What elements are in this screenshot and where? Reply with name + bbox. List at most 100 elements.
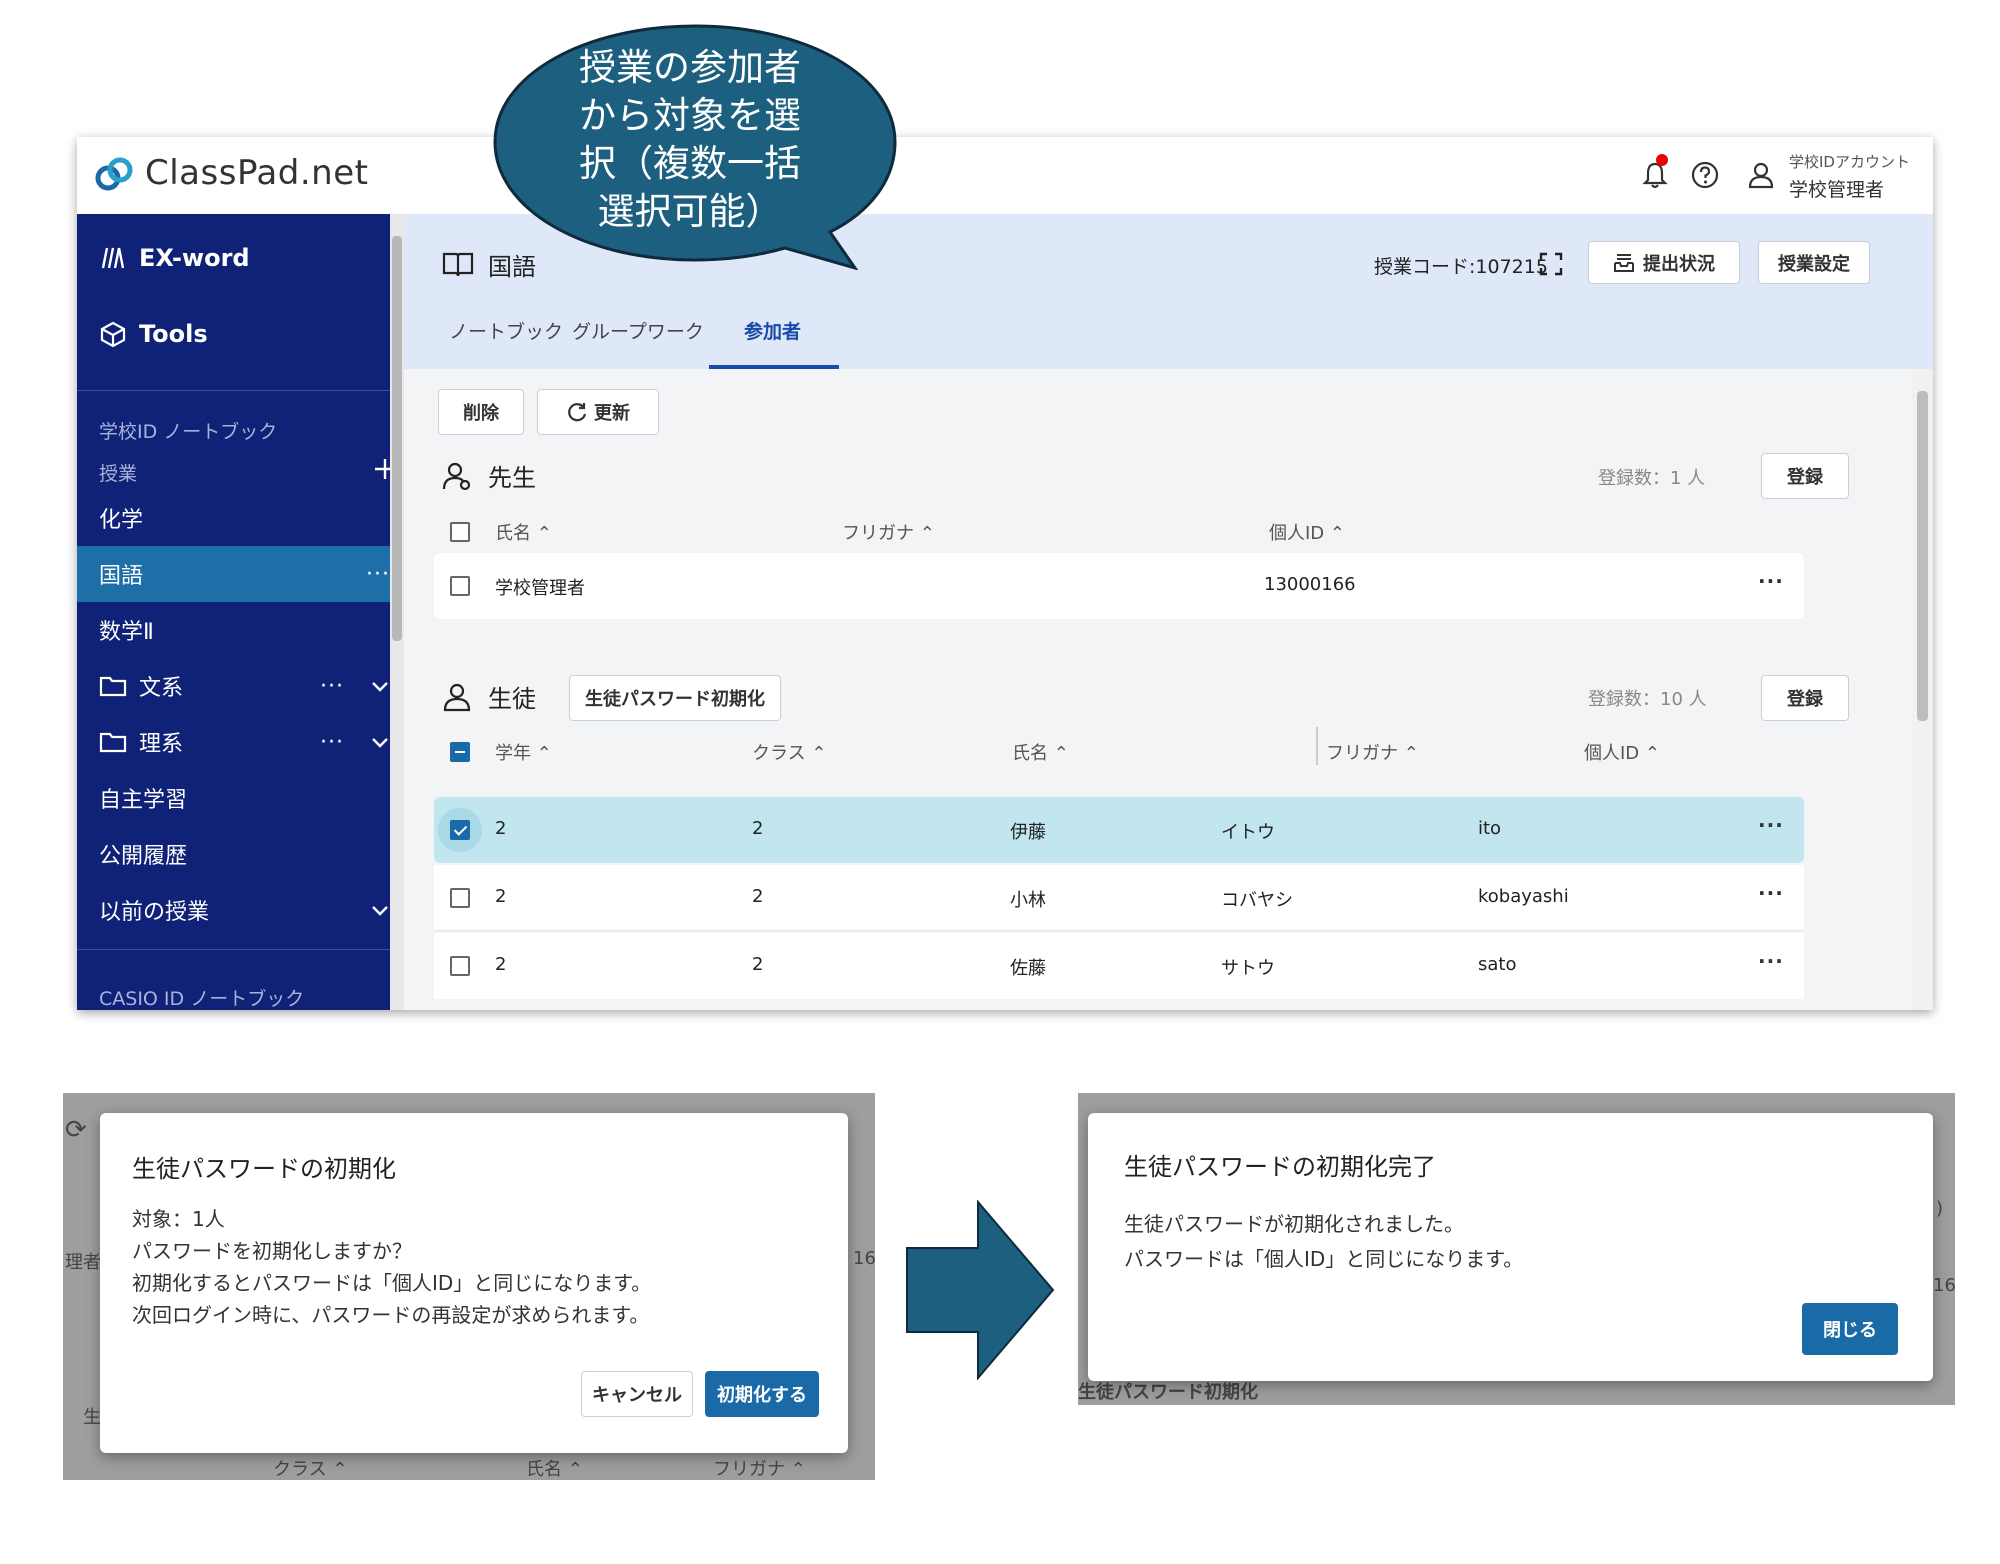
more-menu-icon[interactable]: ··· bbox=[320, 730, 344, 755]
account-name[interactable]: 学校管理者 bbox=[1789, 175, 1884, 202]
more-menu-icon[interactable]: ··· bbox=[366, 562, 390, 587]
brand-name[interactable]: ClassPad.net bbox=[145, 153, 368, 193]
row-checkbox[interactable] bbox=[450, 820, 470, 840]
sidebar-section-class: 授業 bbox=[99, 463, 138, 485]
content-scrollbar[interactable] bbox=[1912, 369, 1933, 1010]
sidebar-section-school: 学校ID ノートブック bbox=[99, 421, 278, 443]
row-more-icon[interactable]: ··· bbox=[1758, 949, 1784, 973]
col-header-id[interactable]: 個人ID ⌃ bbox=[1269, 519, 1345, 545]
tab-groupwork[interactable]: グループワーク bbox=[572, 317, 704, 344]
register-student-button[interactable]: 登録 bbox=[1761, 675, 1849, 721]
row-checkbox[interactable] bbox=[450, 576, 470, 596]
callout-line: 選択可能） bbox=[597, 190, 783, 233]
table-row[interactable]: 2 2 佐藤 サトウ sato ··· bbox=[434, 933, 1804, 999]
cell-id: 13000166 bbox=[1264, 574, 1356, 595]
confirm-reset-button[interactable]: 初期化する bbox=[705, 1371, 819, 1417]
delete-button[interactable]: 削除 bbox=[438, 389, 524, 435]
folder-icon bbox=[99, 676, 127, 697]
table-row[interactable]: 2 2 小林 コバヤシ kobayashi ··· bbox=[434, 865, 1804, 931]
help-icon[interactable] bbox=[1689, 159, 1721, 191]
user-icon[interactable] bbox=[1745, 159, 1777, 191]
dialog-text: 初期化するとパスワードは「個人ID」と同じになります。 bbox=[132, 1271, 652, 1295]
dialog-text: 次回ログイン時に、パスワードの再設定が求められます。 bbox=[132, 1303, 650, 1327]
students-count: 登録数：10 人 bbox=[1588, 689, 1707, 710]
teachers-section-title: 先生 bbox=[442, 458, 536, 493]
column-divider[interactable] bbox=[1316, 727, 1318, 765]
callout-text: 授業の参加者 から対象を選 択（複数一括 選択可能） bbox=[555, 44, 825, 236]
col-header-name[interactable]: 氏名 ⌃ bbox=[495, 519, 552, 545]
register-teacher-button[interactable]: 登録 bbox=[1761, 453, 1849, 499]
scrollbar-thumb[interactable] bbox=[392, 236, 402, 641]
students-header-row: 学年 ⌃ クラス ⌃ 氏名 ⌃ フリガナ ⌃ 個人ID ⌃ bbox=[404, 727, 1904, 767]
col-header-grade[interactable]: 学年 ⌃ bbox=[495, 739, 552, 765]
sidebar-item-chemistry[interactable]: 化学 bbox=[77, 490, 404, 546]
more-menu-icon[interactable]: ··· bbox=[320, 674, 344, 699]
row-checkbox[interactable] bbox=[450, 888, 470, 908]
course-settings-button[interactable]: 授業設定 bbox=[1758, 241, 1870, 284]
sidebar-folder-sciences[interactable]: 理系 ··· bbox=[77, 714, 404, 770]
sidebar-item-self-study[interactable]: 自主学習 bbox=[77, 770, 404, 826]
button-label: キャンセル bbox=[592, 1385, 682, 1406]
cell-kana: サトウ bbox=[1221, 958, 1275, 979]
row-more-icon[interactable]: ··· bbox=[1758, 813, 1784, 837]
row-more-icon[interactable]: ··· bbox=[1758, 569, 1784, 593]
dialog-title: 生徒パスワードの初期化 bbox=[132, 1155, 396, 1183]
cell-class: 2 bbox=[752, 954, 764, 975]
table-row-selected[interactable]: 2 2 伊藤 イトウ ito ··· bbox=[434, 797, 1804, 863]
classpad-logo-icon bbox=[95, 157, 133, 191]
sidebar-divider bbox=[77, 390, 404, 391]
select-all-teachers-checkbox[interactable] bbox=[450, 522, 470, 542]
cell-kana: コバヤシ bbox=[1221, 890, 1293, 911]
chevron-down-icon[interactable] bbox=[370, 676, 390, 696]
button-label: 更新 bbox=[594, 403, 630, 424]
cell-kana: イトウ bbox=[1221, 822, 1275, 843]
cube-icon bbox=[100, 321, 126, 348]
top-bar: ClassPad.net 学校IDアカウント 学校管理者 bbox=[77, 137, 1933, 214]
sidebar-item-previous[interactable]: 以前の授業 bbox=[77, 882, 404, 938]
refresh-button[interactable]: 更新 bbox=[537, 389, 659, 435]
col-header-class[interactable]: クラス ⌃ bbox=[752, 739, 826, 765]
row-checkbox[interactable] bbox=[450, 956, 470, 976]
col-header-kana[interactable]: フリガナ ⌃ bbox=[842, 519, 935, 545]
button-label: 登録 bbox=[1787, 467, 1823, 488]
cell-id: ito bbox=[1478, 818, 1502, 839]
background-text: ) bbox=[1936, 1198, 1944, 1219]
sidebar: EX-word Tools 学校ID ノートブック 授業 化学 国語 ··· 数… bbox=[77, 214, 404, 1010]
col-header-name[interactable]: 氏名 ⌃ bbox=[1012, 739, 1069, 765]
dialog-text: パスワードを初期化しますか？ bbox=[132, 1239, 412, 1263]
sidebar-scrollbar[interactable] bbox=[390, 214, 404, 1010]
sidebar-app-tools[interactable]: Tools bbox=[99, 320, 208, 348]
col-header-id[interactable]: 個人ID ⌃ bbox=[1584, 739, 1660, 765]
select-all-students-checkbox[interactable] bbox=[450, 742, 470, 762]
sidebar-folder-humanities[interactable]: 文系 ··· bbox=[77, 658, 404, 714]
sidebar-item-label: 数学Ⅱ bbox=[99, 620, 154, 645]
chevron-down-icon[interactable] bbox=[370, 900, 390, 920]
close-button[interactable]: 閉じる bbox=[1802, 1303, 1898, 1355]
cell-id: kobayashi bbox=[1478, 886, 1569, 907]
sidebar-item-math2[interactable]: 数学Ⅱ bbox=[77, 602, 404, 658]
tab-participants[interactable]: 参加者 bbox=[744, 317, 801, 344]
fullscreen-icon[interactable] bbox=[1539, 252, 1563, 276]
cancel-button[interactable]: キャンセル bbox=[581, 1371, 693, 1417]
scrollbar-thumb[interactable] bbox=[1917, 391, 1928, 721]
sidebar-item-japanese[interactable]: 国語 ··· bbox=[77, 546, 404, 602]
sidebar-app-exword[interactable]: EX-word bbox=[99, 244, 250, 272]
sidebar-item-history[interactable]: 公開履歴 bbox=[77, 826, 404, 882]
background-text: 16 bbox=[1933, 1275, 1955, 1296]
button-label: 生徒パスワード初期化 bbox=[585, 689, 765, 710]
table-row[interactable]: 学校管理者 13000166 ··· bbox=[434, 553, 1804, 619]
button-label: 登録 bbox=[1787, 689, 1823, 710]
chevron-down-icon[interactable] bbox=[370, 732, 390, 752]
tab-notebook[interactable]: ノートブック bbox=[449, 317, 563, 344]
reset-student-password-button[interactable]: 生徒パスワード初期化 bbox=[569, 675, 781, 721]
col-header-kana[interactable]: フリガナ ⌃ bbox=[1326, 739, 1419, 765]
sidebar-divider bbox=[77, 949, 404, 950]
dialog-text: パスワードは「個人ID」と同じになります。 bbox=[1124, 1247, 1524, 1271]
sidebar-item-label: 国語 bbox=[99, 564, 144, 589]
sidebar-item-label: 自主学習 bbox=[99, 788, 188, 813]
submission-status-button[interactable]: 提出状況 bbox=[1588, 241, 1740, 284]
cell-class: 2 bbox=[752, 886, 764, 907]
sidebar-item-label: 公開履歴 bbox=[99, 844, 188, 869]
book-icon bbox=[442, 252, 474, 277]
row-more-icon[interactable]: ··· bbox=[1758, 881, 1784, 905]
